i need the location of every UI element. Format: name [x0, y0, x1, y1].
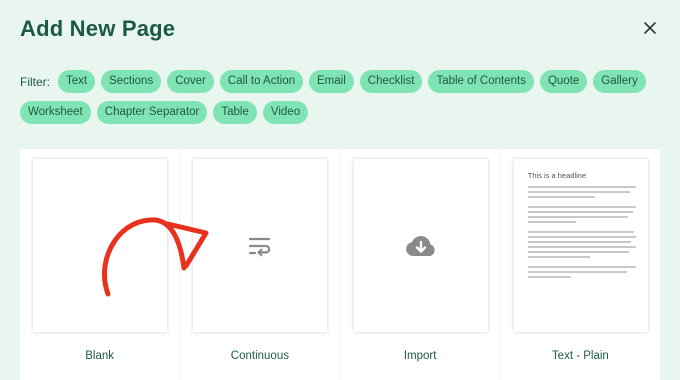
filter-label: Filter: [20, 74, 50, 89]
template-label-import: Import [403, 350, 437, 362]
filter-chip-text[interactable]: Text [58, 70, 96, 93]
preview-headline: This is a headline [527, 171, 587, 180]
filter-chip-table[interactable]: Table [213, 101, 257, 124]
filter-chip-sections[interactable]: Sections [101, 70, 162, 93]
template-grid: Blank Continuous Import This is a headli [20, 149, 660, 380]
template-card-text-plain[interactable]: This is a headline Text - Plain [501, 149, 660, 380]
filter-chip-chapter-separator[interactable]: Chapter Separator [96, 101, 208, 124]
template-thumb-blank [33, 159, 167, 332]
filter-chip-email[interactable]: Email [309, 70, 354, 93]
filter-chip-quote[interactable]: Quote [539, 70, 588, 93]
filter-chip-worksheet[interactable]: Worksheet [20, 101, 91, 124]
template-label-text-plain: Text - Plain [551, 350, 609, 362]
close-icon[interactable] [642, 20, 658, 36]
template-thumb-continuous [193, 159, 328, 332]
filter-chip-checklist[interactable]: Checklist [359, 70, 423, 93]
filter-chip-video[interactable]: Video [262, 101, 309, 124]
template-label-continuous: Continuous [230, 350, 289, 362]
template-thumb-import [353, 159, 488, 332]
text-preview: This is a headline [527, 171, 636, 281]
template-label-blank: Blank [85, 350, 115, 362]
filter-chip-table-of-contents[interactable]: Table of Contents [428, 70, 534, 93]
dialog-title: Add New Page [20, 16, 176, 41]
template-card-import[interactable]: Import [341, 149, 501, 380]
filter-bar: Filter: Text Sections Cover Call to Acti… [20, 70, 660, 124]
template-card-continuous[interactable]: Continuous [180, 149, 341, 380]
filter-chip-call-to-action[interactable]: Call to Action [219, 70, 304, 93]
filter-chip-cover[interactable]: Cover [167, 70, 214, 93]
template-thumb-text-plain: This is a headline [513, 159, 648, 332]
template-card-blank[interactable]: Blank [20, 149, 181, 380]
continuous-flow-icon [249, 237, 271, 256]
filter-chip-gallery[interactable]: Gallery [593, 70, 646, 93]
cloud-download-icon [405, 235, 435, 256]
